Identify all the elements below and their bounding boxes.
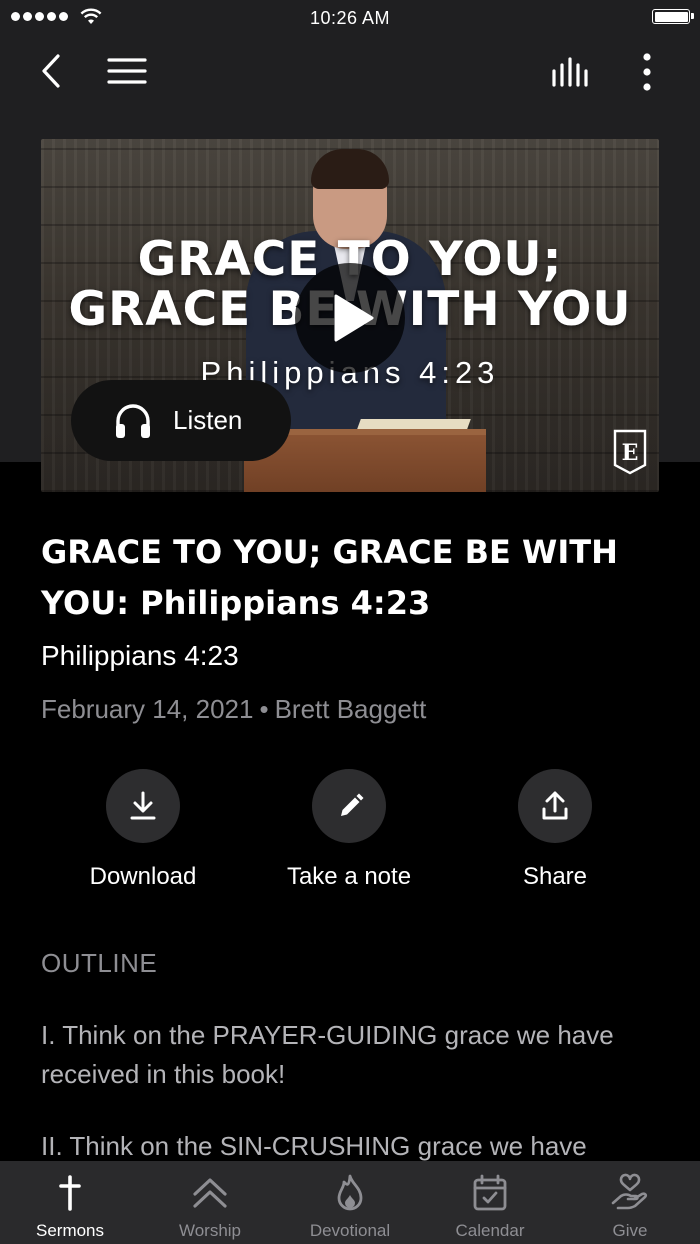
take-note-button[interactable]: Take a note bbox=[249, 769, 449, 891]
pencil-icon bbox=[341, 793, 364, 816]
share-label: Share bbox=[522, 863, 588, 890]
cross-icon bbox=[59, 1175, 81, 1211]
tab-calendar[interactable]: Calendar bbox=[420, 1161, 560, 1244]
take-note-label: Take a note bbox=[286, 863, 412, 890]
more-options-button[interactable] bbox=[634, 50, 660, 94]
headphones-icon bbox=[116, 403, 150, 438]
tab-worship[interactable]: Worship bbox=[140, 1161, 280, 1244]
hamburger-icon bbox=[107, 58, 147, 84]
tab-bar: Sermons Worship Devotional Calendar Give bbox=[0, 1161, 700, 1244]
status-bar: 10:26 AM bbox=[0, 0, 700, 36]
listen-button[interactable]: Listen bbox=[71, 380, 291, 461]
audio-player-button[interactable] bbox=[550, 55, 594, 89]
sermon-speaker: Brett Baggett bbox=[274, 694, 427, 724]
calendar-icon bbox=[473, 1174, 507, 1211]
heart-hand-icon bbox=[611, 1173, 648, 1210]
sermon-scripture: Philippians 4:23 bbox=[41, 640, 239, 671]
listen-label: Listen bbox=[173, 405, 243, 435]
share-button[interactable]: Share bbox=[455, 769, 655, 891]
meta-separator: • bbox=[259, 694, 269, 724]
play-button[interactable] bbox=[295, 263, 405, 373]
status-time: 10:26 AM bbox=[309, 8, 391, 28]
download-button[interactable]: Download bbox=[43, 769, 243, 891]
menu-button[interactable] bbox=[106, 56, 148, 86]
sermon-video-thumbnail[interactable]: GRACE TO YOU; GRACE BE WITH YOU Philippi… bbox=[41, 139, 659, 492]
tab-sermons[interactable]: Sermons bbox=[0, 1161, 140, 1244]
play-icon bbox=[334, 294, 374, 342]
download-label: Download bbox=[89, 863, 197, 890]
audio-bars-icon bbox=[552, 57, 588, 87]
back-button[interactable] bbox=[36, 52, 68, 90]
flame-icon bbox=[337, 1174, 363, 1211]
church-logo-badge: E bbox=[613, 429, 647, 475]
tab-devotional[interactable]: Devotional bbox=[280, 1161, 420, 1244]
outline-point: I. Think on the PRAYER-GUIDING grace we … bbox=[41, 1020, 614, 1089]
share-icon bbox=[542, 791, 568, 820]
svg-text:E: E bbox=[622, 440, 639, 466]
sermon-meta: February 14, 2021 • Brett Baggett bbox=[41, 694, 426, 725]
download-icon bbox=[130, 791, 156, 820]
sermon-date: February 14, 2021 bbox=[41, 694, 254, 724]
tab-give[interactable]: Give bbox=[560, 1161, 700, 1244]
battery-icon bbox=[652, 9, 694, 24]
chevron-left-icon bbox=[42, 54, 60, 88]
more-vertical-icon bbox=[643, 53, 651, 91]
outline-heading: OUTLINE bbox=[41, 948, 158, 978]
double-chevron-up-icon bbox=[193, 1178, 227, 1208]
sermon-title: GRACE TO YOU; GRACE BE WITH YOU: Philipp… bbox=[41, 533, 618, 622]
